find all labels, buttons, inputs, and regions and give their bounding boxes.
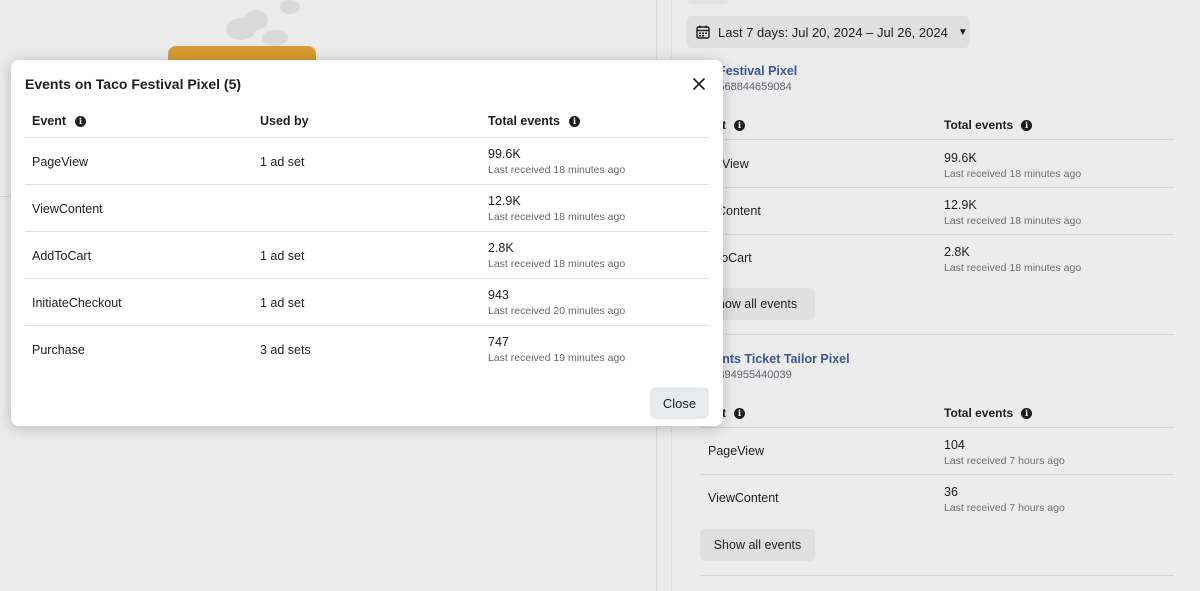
event-total: 12.9K <box>488 194 521 208</box>
last-received: Last received 18 minutes ago <box>488 211 626 223</box>
illustration <box>168 0 318 62</box>
last-received: Last received 19 minutes ago <box>488 352 626 364</box>
table-row: geView 99.6K Last received 18 minutes ago <box>700 141 1174 188</box>
pixel-name-link[interactable]: co Festival Pixel <box>700 64 1174 78</box>
show-all-events-button[interactable]: Show all events <box>700 529 815 561</box>
events-table-header: enti Total eventsi <box>700 110 1174 140</box>
last-received: Last received 20 minutes ago <box>488 305 626 317</box>
column-header-total-events: Total events <box>488 114 561 128</box>
table-row: PageView 1 ad set 99.6K Last received 18 … <box>25 138 709 185</box>
event-total: 99.6K <box>488 147 521 161</box>
pixel-id: 733394955440039 <box>700 369 792 381</box>
last-received: Last received 18 minutes ago <box>488 164 626 176</box>
column-header-event: Event <box>32 114 67 128</box>
event-name: InitiateCheckout <box>32 296 122 310</box>
info-icon[interactable]: i <box>734 407 745 419</box>
event-total: 747 <box>488 335 509 349</box>
event-total: 104 <box>944 438 965 452</box>
date-range-label: Last 7 days: Jul 20, 2024 – Jul 26, 2024 <box>718 24 948 40</box>
divider <box>700 575 1174 576</box>
last-received: Last received 18 minutes ago <box>944 215 1082 227</box>
last-received: Last received 7 hours ago <box>944 502 1065 514</box>
info-icon[interactable]: i <box>75 115 87 127</box>
event-total: 943 <box>488 288 509 302</box>
column-header-total-events: Total events <box>944 406 1014 420</box>
last-received: Last received 18 minutes ago <box>944 168 1082 180</box>
pixel-name-link[interactable]: Events Ticket Tailor Pixel <box>700 352 1174 366</box>
date-range-button[interactable]: Last 7 days: Jul 20, 2024 – Jul 26, 2024… <box>686 16 970 48</box>
last-received: Last received 18 minutes ago <box>488 258 626 270</box>
event-total: 2.8K <box>944 245 970 259</box>
table-row: ViewContent 36 Last received 7 hours ago <box>700 475 1174 522</box>
events-table-header: Event i Used by Total events i <box>25 104 709 138</box>
divider <box>700 334 1174 335</box>
event-total: 36 <box>944 485 958 499</box>
table-row: PageView 104 Last received 7 hours ago <box>700 428 1174 475</box>
close-icon[interactable] <box>687 72 711 96</box>
pixel-card: Events Ticket Tailor Pixel 7333949554400… <box>700 352 1174 576</box>
illustration-cloud <box>280 0 300 14</box>
info-icon[interactable]: i <box>1021 407 1033 419</box>
info-icon[interactable]: i <box>569 115 581 127</box>
event-total: 12.9K <box>944 198 977 212</box>
pixel-id: 521568844659084 <box>700 81 792 93</box>
event-total: 2.8K <box>488 241 514 255</box>
illustration-cloud <box>244 10 268 30</box>
used-by: 1 ad set <box>260 249 305 263</box>
used-by: 3 ad sets <box>260 343 311 357</box>
events-table-header: enti Total eventsi <box>700 398 1174 428</box>
event-total: 99.6K <box>944 151 977 165</box>
close-button[interactable]: Close <box>650 387 709 419</box>
event-name: ViewContent <box>708 491 779 505</box>
dialog-title: Events on Taco Festival Pixel (5) <box>25 76 242 92</box>
table-row: ViewContent 12.9K Last received 18 minute… <box>25 185 709 232</box>
info-icon[interactable]: i <box>734 119 745 131</box>
used-by: 1 ad set <box>260 296 305 310</box>
pixel-card: co Festival Pixel 521568844659084 enti T… <box>700 64 1174 335</box>
pixel-summary-panel: Last 7 days: Jul 20, 2024 – Jul 26, 2024… <box>671 0 1200 591</box>
event-name: PageView <box>32 155 89 169</box>
used-by: 1 ad set <box>260 155 305 169</box>
event-name: AddToCart <box>32 249 92 263</box>
table-row: AddToCart 1 ad set 2.8K Last received 18 … <box>25 232 709 279</box>
last-received: Last received 18 minutes ago <box>944 262 1082 274</box>
last-received: Last received 7 hours ago <box>944 455 1065 467</box>
events-dialog: Events on Taco Festival Pixel (5) Event i… <box>11 60 723 426</box>
table-row: wContent 12.9K Last received 18 minutes a… <box>700 188 1174 235</box>
table-row: dToCart 2.8K Last received 18 minutes ago <box>700 235 1174 282</box>
events-table: Event i Used by Total events i PageView 1 … <box>25 104 709 373</box>
caret-down-icon: ▼ <box>957 26 968 38</box>
event-name: PageView <box>708 444 765 458</box>
table-row: Purchase 3 ad sets 747 Last received 19 m… <box>25 326 709 373</box>
column-header-total-events: Total events <box>944 118 1014 132</box>
event-name: Purchase <box>32 343 85 357</box>
column-header-used-by: Used by <box>260 114 309 128</box>
event-name: ViewContent <box>32 202 103 216</box>
top-chip <box>688 0 728 4</box>
illustration-cloud <box>262 30 288 46</box>
info-icon[interactable]: i <box>1021 119 1033 131</box>
calendar-icon <box>696 25 710 39</box>
table-row: InitiateCheckout 1 ad set 943 Last receiv… <box>25 279 709 326</box>
